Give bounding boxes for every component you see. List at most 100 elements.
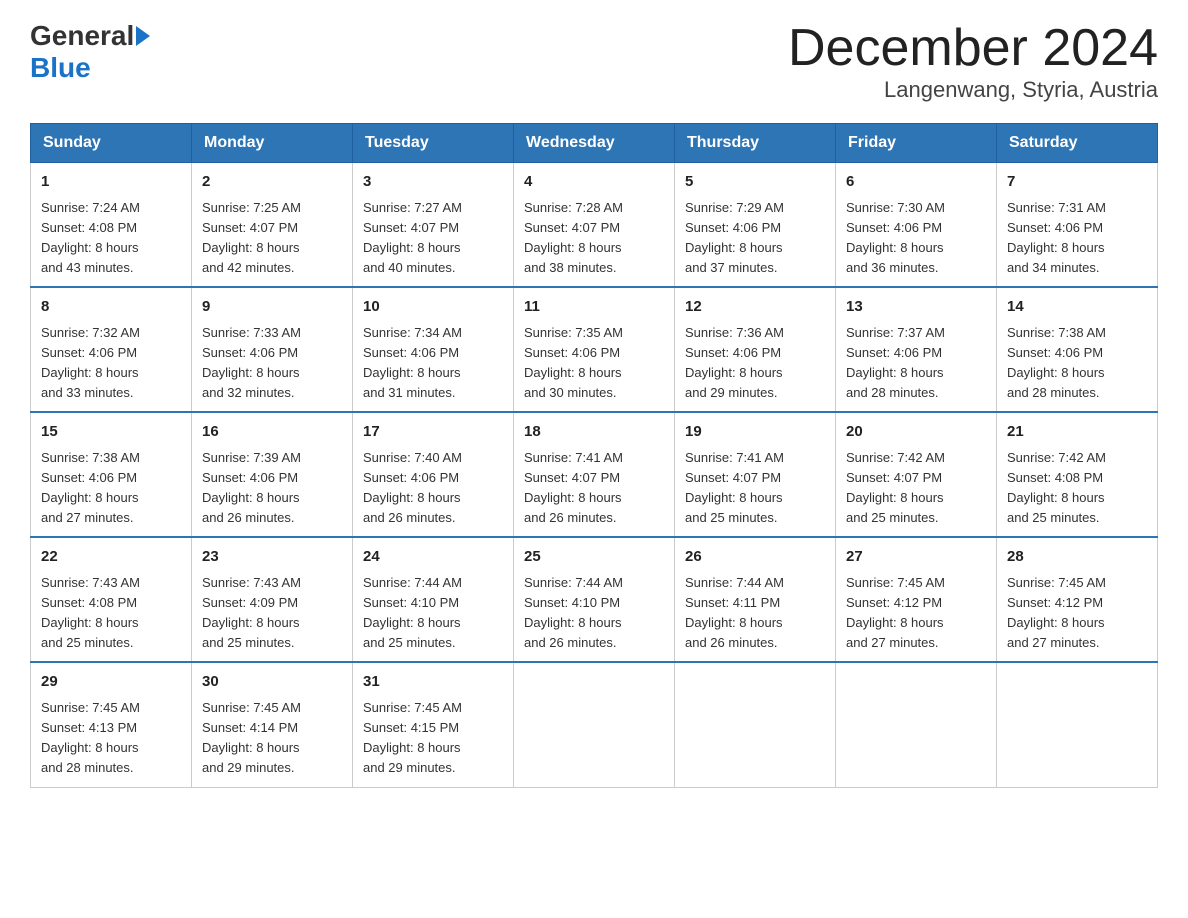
day-info: Sunrise: 7:43 AMSunset: 4:09 PMDaylight:… bbox=[202, 573, 342, 654]
day-info: Sunrise: 7:42 AMSunset: 4:07 PMDaylight:… bbox=[846, 448, 986, 529]
calendar-cell: 16 Sunrise: 7:39 AMSunset: 4:06 PMDayligh… bbox=[192, 412, 353, 537]
day-info: Sunrise: 7:27 AMSunset: 4:07 PMDaylight:… bbox=[363, 198, 503, 279]
header-thursday: Thursday bbox=[675, 124, 836, 163]
day-info: Sunrise: 7:33 AMSunset: 4:06 PMDaylight:… bbox=[202, 323, 342, 404]
calendar-cell: 29Sunrise: 7:45 AMSunset: 4:13 PMDayligh… bbox=[31, 662, 192, 787]
day-number: 27 bbox=[846, 546, 986, 569]
calendar-cell: 21Sunrise: 7:42 AMSunset: 4:08 PMDayligh… bbox=[997, 412, 1158, 537]
logo-arrow-icon bbox=[136, 26, 150, 46]
day-info: Sunrise: 7:34 AMSunset: 4:06 PMDaylight:… bbox=[363, 323, 503, 404]
calendar-cell: 14 Sunrise: 7:38 AMSunset: 4:06 PMDayligh… bbox=[997, 287, 1158, 412]
calendar-week-row: 29Sunrise: 7:45 AMSunset: 4:13 PMDayligh… bbox=[31, 662, 1158, 787]
header-wednesday: Wednesday bbox=[514, 124, 675, 163]
day-number: 14 bbox=[1007, 296, 1147, 319]
logo-blue-text: Blue bbox=[30, 52, 91, 83]
calendar-cell: 22Sunrise: 7:43 AMSunset: 4:08 PMDayligh… bbox=[31, 537, 192, 662]
day-info: Sunrise: 7:45 AMSunset: 4:12 PMDaylight:… bbox=[1007, 573, 1147, 654]
calendar-cell: 10 Sunrise: 7:34 AMSunset: 4:06 PMDayligh… bbox=[353, 287, 514, 412]
calendar-cell: 19 Sunrise: 7:41 AMSunset: 4:07 PMDayligh… bbox=[675, 412, 836, 537]
calendar-cell: 31 Sunrise: 7:45 AMSunset: 4:15 PMDayligh… bbox=[353, 662, 514, 787]
day-info: Sunrise: 7:30 AMSunset: 4:06 PMDaylight:… bbox=[846, 198, 986, 279]
day-number: 31 bbox=[363, 671, 503, 694]
calendar-table: SundayMondayTuesdayWednesdayThursdayFrid… bbox=[30, 123, 1158, 787]
calendar-cell: 13Sunrise: 7:37 AMSunset: 4:06 PMDayligh… bbox=[836, 287, 997, 412]
calendar-cell bbox=[514, 662, 675, 787]
day-number: 3 bbox=[363, 171, 503, 194]
day-number: 15 bbox=[41, 421, 181, 444]
day-info: Sunrise: 7:41 AMSunset: 4:07 PMDaylight:… bbox=[685, 448, 825, 529]
day-number: 7 bbox=[1007, 171, 1147, 194]
calendar-title: December 2024 bbox=[788, 20, 1158, 77]
logo: General Blue bbox=[30, 20, 150, 84]
calendar-week-row: 1Sunrise: 7:24 AMSunset: 4:08 PMDaylight… bbox=[31, 163, 1158, 288]
header-tuesday: Tuesday bbox=[353, 124, 514, 163]
calendar-week-row: 15 Sunrise: 7:38 AMSunset: 4:06 PMDayligh… bbox=[31, 412, 1158, 537]
day-info: Sunrise: 7:40 AMSunset: 4:06 PMDaylight:… bbox=[363, 448, 503, 529]
day-number: 5 bbox=[685, 171, 825, 194]
calendar-cell bbox=[836, 662, 997, 787]
day-number: 11 bbox=[524, 296, 664, 319]
calendar-cell bbox=[675, 662, 836, 787]
day-number: 20 bbox=[846, 421, 986, 444]
day-info: Sunrise: 7:31 AMSunset: 4:06 PMDaylight:… bbox=[1007, 198, 1147, 279]
day-number: 26 bbox=[685, 546, 825, 569]
calendar-week-row: 22Sunrise: 7:43 AMSunset: 4:08 PMDayligh… bbox=[31, 537, 1158, 662]
calendar-cell: 2Sunrise: 7:25 AMSunset: 4:07 PMDaylight… bbox=[192, 163, 353, 288]
day-info: Sunrise: 7:44 AMSunset: 4:10 PMDaylight:… bbox=[524, 573, 664, 654]
calendar-cell: 17 Sunrise: 7:40 AMSunset: 4:06 PMDayligh… bbox=[353, 412, 514, 537]
day-number: 19 bbox=[685, 421, 825, 444]
calendar-cell: 24Sunrise: 7:44 AMSunset: 4:10 PMDayligh… bbox=[353, 537, 514, 662]
calendar-cell: 18Sunrise: 7:41 AMSunset: 4:07 PMDayligh… bbox=[514, 412, 675, 537]
day-info: Sunrise: 7:39 AMSunset: 4:06 PMDaylight:… bbox=[202, 448, 342, 529]
calendar-cell: 12 Sunrise: 7:36 AMSunset: 4:06 PMDayligh… bbox=[675, 287, 836, 412]
day-info: Sunrise: 7:38 AMSunset: 4:06 PMDaylight:… bbox=[41, 448, 181, 529]
day-info: Sunrise: 7:35 AMSunset: 4:06 PMDaylight:… bbox=[524, 323, 664, 404]
calendar-cell: 8Sunrise: 7:32 AMSunset: 4:06 PMDaylight… bbox=[31, 287, 192, 412]
day-number: 30 bbox=[202, 671, 342, 694]
day-number: 29 bbox=[41, 671, 181, 694]
header-sunday: Sunday bbox=[31, 124, 192, 163]
day-info: Sunrise: 7:45 AMSunset: 4:15 PMDaylight:… bbox=[363, 698, 503, 779]
calendar-cell: 20 Sunrise: 7:42 AMSunset: 4:07 PMDayligh… bbox=[836, 412, 997, 537]
day-number: 21 bbox=[1007, 421, 1147, 444]
calendar-cell: 27Sunrise: 7:45 AMSunset: 4:12 PMDayligh… bbox=[836, 537, 997, 662]
day-info: Sunrise: 7:44 AMSunset: 4:11 PMDaylight:… bbox=[685, 573, 825, 654]
day-info: Sunrise: 7:28 AMSunset: 4:07 PMDaylight:… bbox=[524, 198, 664, 279]
calendar-cell: 26 Sunrise: 7:44 AMSunset: 4:11 PMDayligh… bbox=[675, 537, 836, 662]
day-number: 13 bbox=[846, 296, 986, 319]
day-number: 10 bbox=[363, 296, 503, 319]
day-number: 6 bbox=[846, 171, 986, 194]
calendar-cell: 4 Sunrise: 7:28 AMSunset: 4:07 PMDaylight… bbox=[514, 163, 675, 288]
title-area: December 2024 Langenwang, Styria, Austri… bbox=[788, 20, 1158, 103]
day-number: 17 bbox=[363, 421, 503, 444]
day-info: Sunrise: 7:36 AMSunset: 4:06 PMDaylight:… bbox=[685, 323, 825, 404]
day-number: 23 bbox=[202, 546, 342, 569]
calendar-cell: 1Sunrise: 7:24 AMSunset: 4:08 PMDaylight… bbox=[31, 163, 192, 288]
calendar-cell: 11 Sunrise: 7:35 AMSunset: 4:06 PMDayligh… bbox=[514, 287, 675, 412]
calendar-cell: 15 Sunrise: 7:38 AMSunset: 4:06 PMDayligh… bbox=[31, 412, 192, 537]
calendar-cell: 7 Sunrise: 7:31 AMSunset: 4:06 PMDaylight… bbox=[997, 163, 1158, 288]
calendar-cell: 30 Sunrise: 7:45 AMSunset: 4:14 PMDayligh… bbox=[192, 662, 353, 787]
day-info: Sunrise: 7:45 AMSunset: 4:14 PMDaylight:… bbox=[202, 698, 342, 779]
day-info: Sunrise: 7:38 AMSunset: 4:06 PMDaylight:… bbox=[1007, 323, 1147, 404]
day-info: Sunrise: 7:24 AMSunset: 4:08 PMDaylight:… bbox=[41, 198, 181, 279]
calendar-cell: 9 Sunrise: 7:33 AMSunset: 4:06 PMDaylight… bbox=[192, 287, 353, 412]
page-header: General Blue December 2024 Langenwang, S… bbox=[30, 20, 1158, 103]
day-number: 9 bbox=[202, 296, 342, 319]
day-number: 4 bbox=[524, 171, 664, 194]
calendar-cell: 25 Sunrise: 7:44 AMSunset: 4:10 PMDayligh… bbox=[514, 537, 675, 662]
day-number: 28 bbox=[1007, 546, 1147, 569]
day-info: Sunrise: 7:41 AMSunset: 4:07 PMDaylight:… bbox=[524, 448, 664, 529]
day-number: 25 bbox=[524, 546, 664, 569]
day-number: 12 bbox=[685, 296, 825, 319]
calendar-cell: 5 Sunrise: 7:29 AMSunset: 4:06 PMDaylight… bbox=[675, 163, 836, 288]
day-number: 24 bbox=[363, 546, 503, 569]
calendar-cell: 6 Sunrise: 7:30 AMSunset: 4:06 PMDaylight… bbox=[836, 163, 997, 288]
day-number: 16 bbox=[202, 421, 342, 444]
day-info: Sunrise: 7:43 AMSunset: 4:08 PMDaylight:… bbox=[41, 573, 181, 654]
calendar-cell: 3 Sunrise: 7:27 AMSunset: 4:07 PMDaylight… bbox=[353, 163, 514, 288]
calendar-cell: 28 Sunrise: 7:45 AMSunset: 4:12 PMDayligh… bbox=[997, 537, 1158, 662]
day-info: Sunrise: 7:29 AMSunset: 4:06 PMDaylight:… bbox=[685, 198, 825, 279]
calendar-week-row: 8Sunrise: 7:32 AMSunset: 4:06 PMDaylight… bbox=[31, 287, 1158, 412]
day-info: Sunrise: 7:32 AMSunset: 4:06 PMDaylight:… bbox=[41, 323, 181, 404]
